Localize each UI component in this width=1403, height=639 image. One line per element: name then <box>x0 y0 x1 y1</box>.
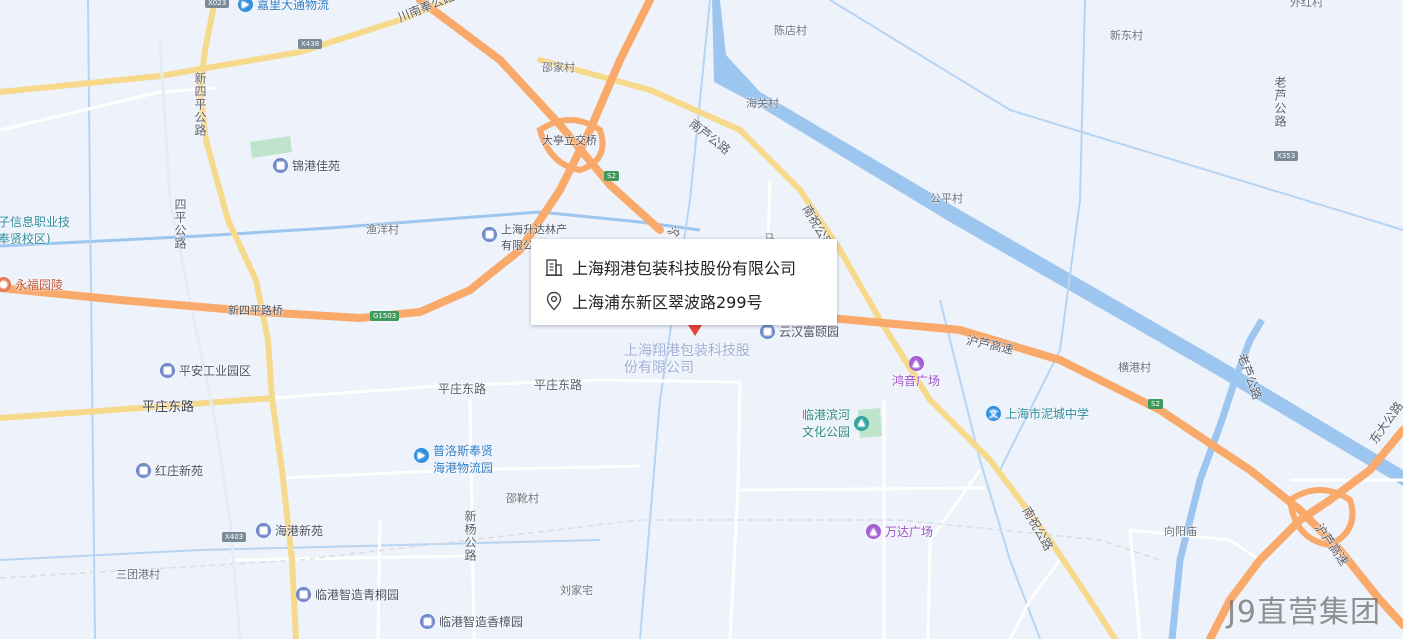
poi-yunhan-fuyiyuan[interactable]: ■ 云汉富颐园 <box>760 323 839 340</box>
building-icon: ■ <box>296 587 311 602</box>
road-label-xinyang: 新杨公路 <box>463 510 477 562</box>
poi-label: 海港新苑 <box>275 524 324 538</box>
building-icon: ■ <box>160 363 175 378</box>
poi-wanda-plaza[interactable]: ▲ 万达广场 <box>866 523 933 540</box>
poi-label: 红庄新苑 <box>155 464 204 478</box>
shopping-icon: ▲ <box>908 356 924 371</box>
poi-xiangzhang[interactable]: ■ 临港智造香樟园 <box>420 613 523 630</box>
road-label-laolu-north: 老芦公路 <box>1273 76 1287 128</box>
poi-label: 上海市泥城中学 <box>1005 407 1090 421</box>
place-label-waihong: 外红村 <box>1290 0 1323 9</box>
truck-icon: ▶ <box>238 0 253 12</box>
poi-label-line2: 文化公园 <box>802 425 851 439</box>
poi-label: 永福园陵 <box>15 278 64 292</box>
road-label-siping: 四平公路 <box>173 198 187 250</box>
poi-puluosi-logistics[interactable]: ▶ 普洛斯奉贤 海港物流园 <box>414 442 493 476</box>
pingzhuang-road-line <box>0 395 275 421</box>
poi-label-group: 临港滨河 文化公园 <box>802 406 850 440</box>
poi-label: 临港智造青桐园 <box>315 588 400 602</box>
poi-qingtong[interactable]: ■ 临港智造青桐园 <box>296 586 399 603</box>
shield-s2-east: S2 <box>1148 399 1163 409</box>
shield-x403: X403 <box>222 532 247 542</box>
poi-hongyin-plaza[interactable]: ▲ 鸿音广场 <box>892 356 940 389</box>
poi-label-line1: 普洛斯奉贤 <box>433 444 494 458</box>
poi-label-line2: 海港物流园 <box>433 461 494 475</box>
place-label-henggang: 横港村 <box>1118 361 1151 374</box>
road-label-xinsiping: 新四平公路 <box>193 72 207 137</box>
road-label-pingzhuang-mid: 平庄东路 <box>438 382 487 396</box>
poi-nicheng-school[interactable]: 文 上海市泥城中学 <box>986 405 1089 422</box>
school-icon: 文 <box>986 406 1001 421</box>
poi-jiali-logistics[interactable]: ▶ 嘉里大通物流 <box>238 0 329 13</box>
poi-binhe-park[interactable]: 临港滨河 文化公园 ▲ <box>802 406 870 440</box>
place-label-shaojia: 邵家村 <box>542 61 575 74</box>
watermark: J9直营集团 <box>1227 595 1381 630</box>
poi-yongfu-cemetery[interactable]: ● 永福园陵 <box>0 276 63 293</box>
poi-label-line2: 奉贤校区) <box>0 232 51 246</box>
shield-g1503: G1503 <box>370 311 400 321</box>
chuannan-road-line <box>0 0 453 95</box>
shield-x438: X438 <box>298 39 323 49</box>
poi-hongzhuang[interactable]: ■ 红庄新苑 <box>136 462 203 479</box>
place-label-gongping: 公平村 <box>930 192 963 205</box>
poi-label: 万达广场 <box>885 525 934 539</box>
info-address-row: 上海浦东新区翠波路299号 <box>545 289 763 313</box>
place-label-xinsiping-bridge: 新四平路桥 <box>228 304 283 317</box>
poi-label: 临港智造香樟园 <box>439 615 524 629</box>
place-label-liujia: 刘家宅 <box>560 584 593 597</box>
poi-pingan-industrial[interactable]: ■ 平安工业园区 <box>160 362 251 379</box>
info-address: 上海浦东新区翠波路299号 <box>572 293 763 312</box>
poi-label-line1: 上海升达林产 <box>501 223 567 236</box>
cemetery-icon: ● <box>0 277 11 292</box>
place-label-xindong: 新东村 <box>1110 29 1143 42</box>
place-label-shaoxue: 邵靴村 <box>506 492 539 505</box>
poi-label: 平安工业园区 <box>179 364 252 378</box>
poi-label-line1: 临港滨河 <box>802 408 851 422</box>
poi-label: 云汉富颐园 <box>779 325 840 339</box>
poi-label-group: 普洛斯奉贤 海港物流园 <box>433 442 493 476</box>
location-pin-icon <box>546 291 562 311</box>
info-company-name: 上海翔港包装科技股份有限公司 <box>572 259 797 278</box>
building-icon: ■ <box>256 523 271 538</box>
building-icon: ■ <box>273 158 288 173</box>
shield-x023: X023 <box>205 0 230 8</box>
place-label-datingli: 大亭立交桥 <box>542 134 597 147</box>
truck-icon: ▶ <box>414 448 429 463</box>
poi-haigang[interactable]: ■ 海港新苑 <box>256 522 323 539</box>
shield-x353: X353 <box>1274 151 1299 161</box>
xinsiping-road-line <box>196 0 299 639</box>
thin-water-1 <box>87 0 96 639</box>
building-icon <box>545 258 563 276</box>
place-label-xiangyang: 向阳庙 <box>1164 525 1197 538</box>
building-icon: ■ <box>136 463 151 478</box>
info-company-row: 上海翔港包装科技股份有限公司 <box>545 255 796 279</box>
poi-xinxi-college[interactable]: 子信息职业技 奉贤校区) <box>0 213 70 247</box>
info-window[interactable]: 上海翔港包装科技股份有限公司 上海浦东新区翠波路299号 <box>531 239 837 325</box>
thin-water-3 <box>999 0 1086 471</box>
place-label-santuan: 三团港村 <box>116 568 160 581</box>
park-icon: ▲ <box>854 415 870 431</box>
shield-s2-north: S2 <box>604 171 619 181</box>
poi-label: 鸿音广场 <box>892 374 941 388</box>
poi-label-line1: 子信息职业技 <box>0 215 71 229</box>
poi-label: 嘉里大通物流 <box>257 0 330 12</box>
road-label-pingzhuang-east: 平庄东路 <box>534 378 583 392</box>
building-icon: ■ <box>760 324 775 339</box>
green-area-1 <box>250 136 292 158</box>
map-view[interactable]: X023 X438 S2 G1503 X353 S2 X403 川南奉公路 新四… <box>0 0 1403 639</box>
road-label-pingzhuang-west: 平庄东路 <box>142 400 195 415</box>
location-marker-icon[interactable] <box>688 325 702 336</box>
marker-label: 上海翔港包装科技股份有限公司 <box>624 343 750 376</box>
place-label-yuyang: 渔洋村 <box>366 223 399 236</box>
poi-jingang-jiayuan[interactable]: ■ 锦港佳苑 <box>273 157 340 174</box>
place-label-chendian: 陈店村 <box>774 24 807 37</box>
s2-expressway-north <box>416 0 664 234</box>
shopping-icon: ▲ <box>866 524 881 539</box>
building-icon: ■ <box>482 227 497 242</box>
thin-water-5 <box>0 539 601 561</box>
building-icon: ■ <box>420 614 435 629</box>
poi-label: 锦港佳苑 <box>292 159 341 173</box>
place-label-haiguan: 海关村 <box>746 97 779 110</box>
